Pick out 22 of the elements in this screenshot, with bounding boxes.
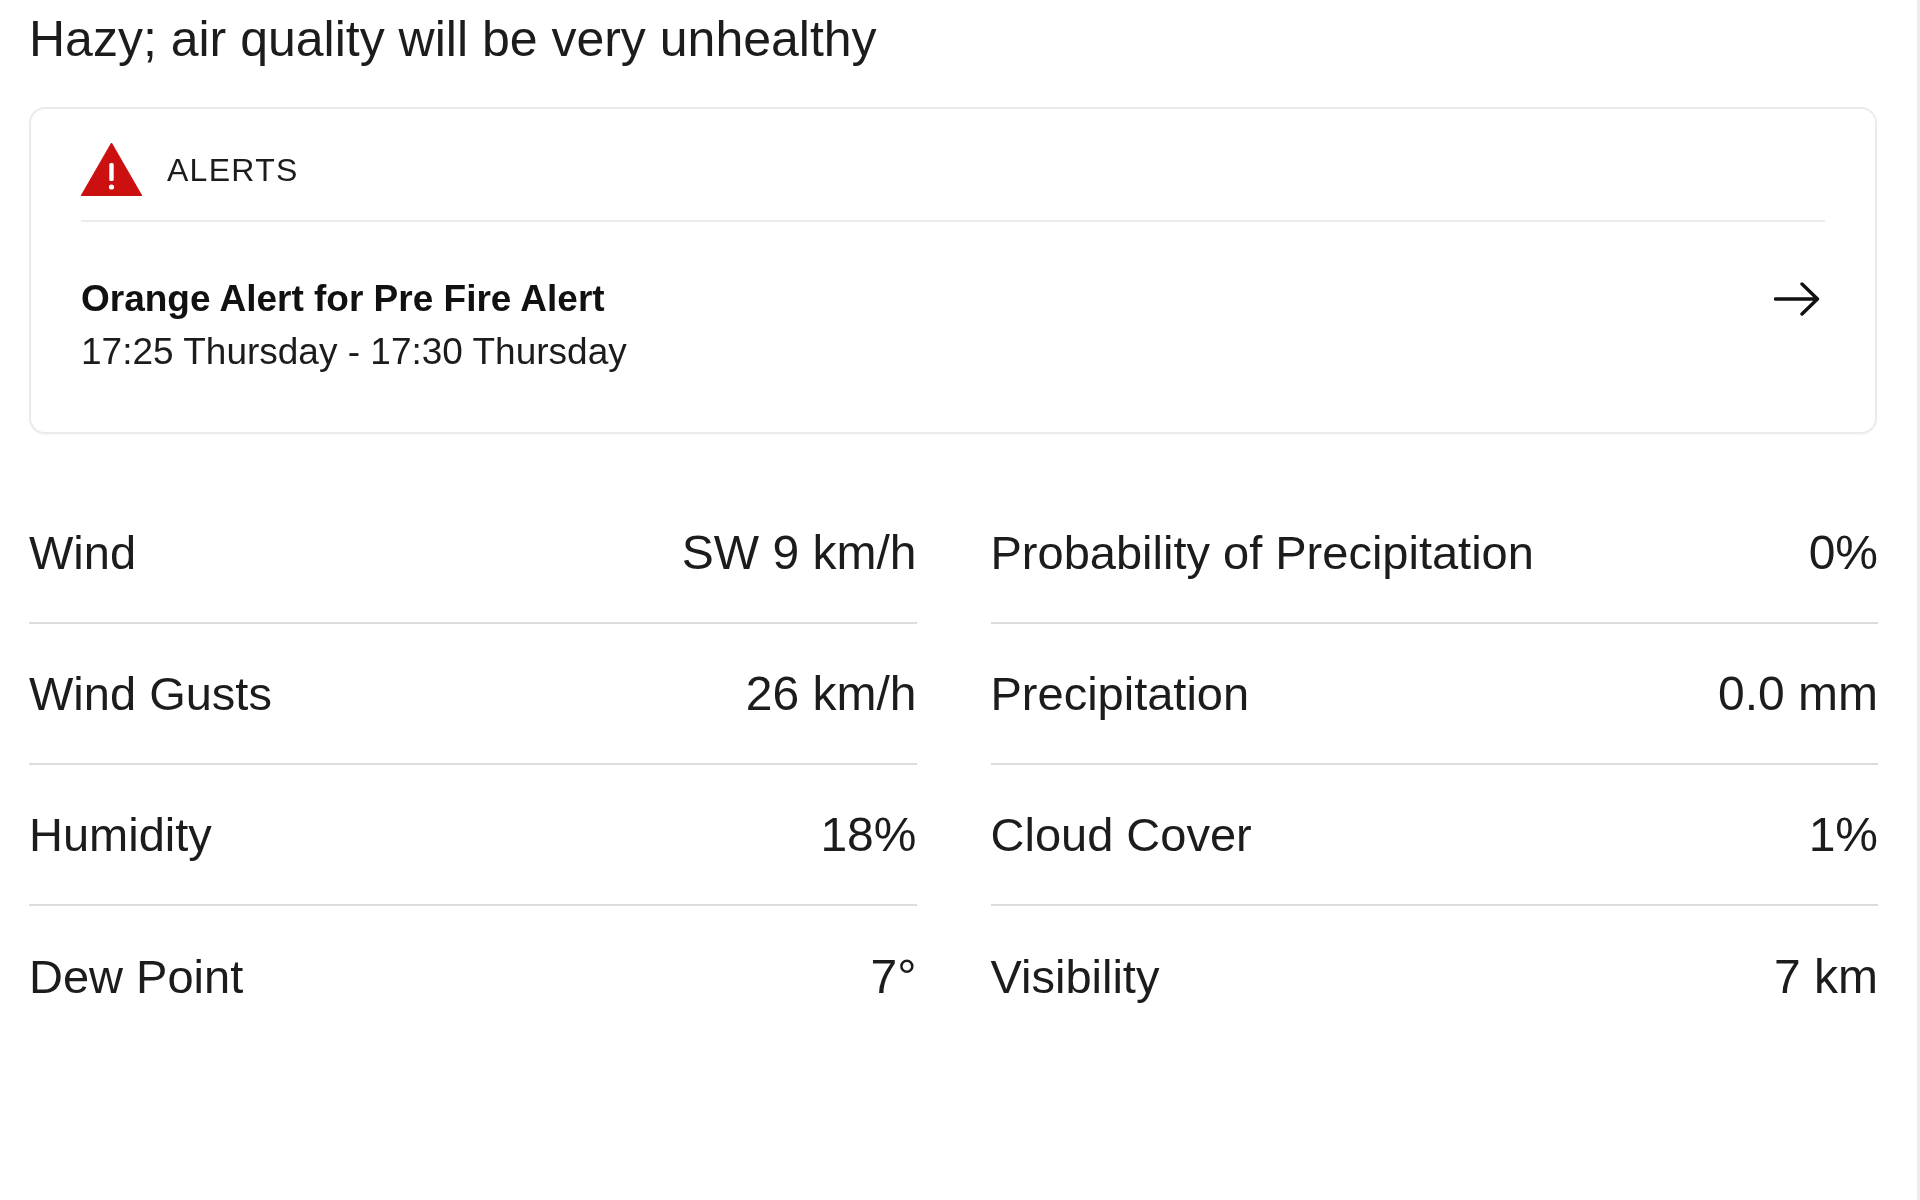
detail-label: Wind: [29, 524, 137, 581]
detail-value: 26 km/h: [745, 665, 917, 722]
detail-value: 0.0 mm: [1717, 665, 1878, 722]
arrow-right-icon[interactable]: [1774, 282, 1820, 316]
forecast-headline: Hazy; air quality will be very unhealthy: [29, 10, 877, 69]
alerts-heading: ALERTS: [167, 150, 299, 190]
detail-label: Probability of Precipitation: [990, 524, 1534, 581]
alert-time-range: 17:25 Thursday - 17:30 Thursday: [81, 330, 627, 374]
alert-title-link[interactable]: Orange Alert for Pre Fire Alert: [81, 277, 605, 321]
detail-label: Cloud Cover: [990, 806, 1252, 863]
detail-label: Wind Gusts: [29, 665, 272, 722]
detail-value: 7°: [870, 948, 917, 1005]
detail-value: SW 9 km/h: [681, 524, 917, 581]
detail-label: Precipitation: [990, 665, 1250, 722]
detail-label: Visibility: [990, 948, 1160, 1005]
warning-icon: [81, 143, 142, 196]
detail-value: 1%: [1808, 806, 1878, 863]
detail-value: 0%: [1808, 524, 1878, 581]
detail-value: 18%: [820, 806, 917, 863]
detail-label: Humidity: [29, 806, 212, 863]
detail-label: Dew Point: [29, 948, 244, 1005]
detail-value: 7 km: [1774, 948, 1878, 1005]
